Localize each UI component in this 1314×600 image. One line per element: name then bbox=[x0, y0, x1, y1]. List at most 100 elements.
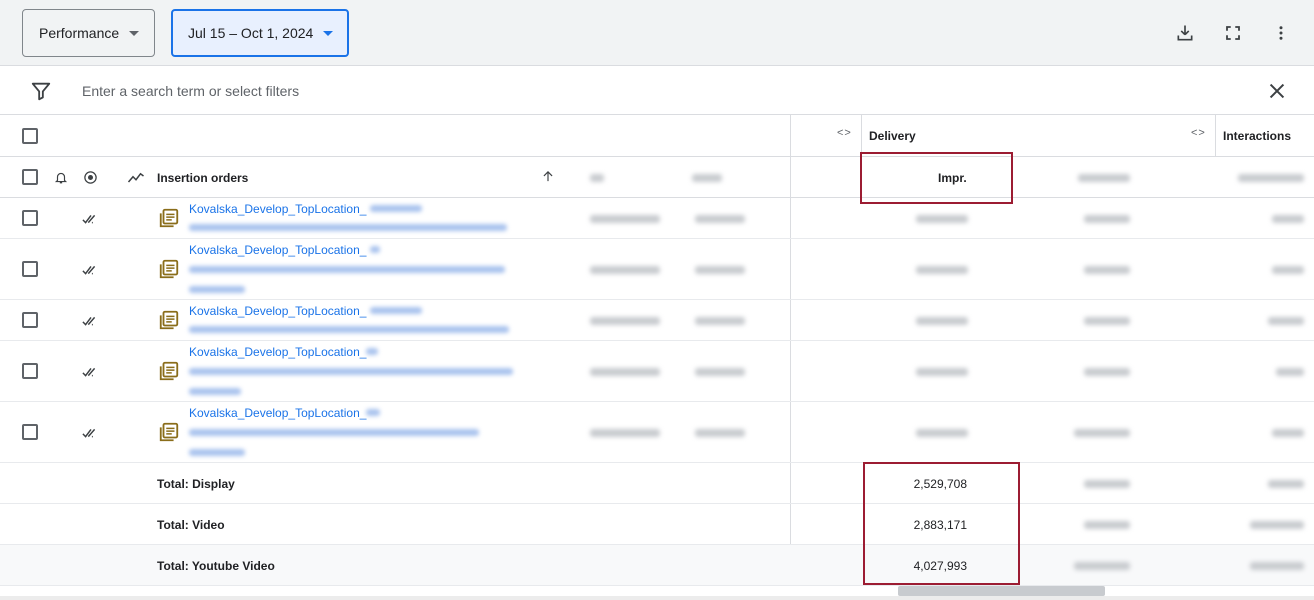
insertion-order-link[interactable]: Kovalska_Develop_TopLocation_ bbox=[189, 406, 366, 420]
table-row[interactable]: Kovalska_Develop_TopLocation_ bbox=[0, 341, 1314, 402]
blurred-type-header bbox=[692, 174, 722, 182]
blurred-text bbox=[916, 317, 968, 325]
blurred-text bbox=[916, 215, 968, 223]
table-row[interactable]: Kovalska_Develop_TopLocation_ bbox=[0, 239, 1314, 300]
sort-arrow-up-icon[interactable] bbox=[541, 169, 555, 184]
insertion-order-link[interactable]: Kovalska_Develop_TopLocation_ bbox=[189, 345, 366, 359]
total-impressions: 2,529,708 bbox=[913, 477, 967, 491]
close-icon[interactable] bbox=[1266, 80, 1288, 102]
blurred-text bbox=[590, 266, 660, 274]
blurred-text bbox=[189, 286, 245, 293]
blurred-text bbox=[1276, 368, 1304, 376]
date-range-dropdown[interactable]: Jul 15 – Oct 1, 2024 bbox=[171, 9, 349, 57]
report-type-dropdown[interactable]: Performance bbox=[22, 9, 155, 57]
select-rows-checkbox[interactable] bbox=[22, 169, 38, 185]
insertion-order-link[interactable]: Kovalska_Develop_TopLocation_ bbox=[189, 304, 366, 318]
expand-columns-icon[interactable]: <> bbox=[837, 127, 852, 139]
blurred-text bbox=[1074, 562, 1130, 570]
insertion-order-icon bbox=[159, 310, 179, 330]
fullscreen-icon[interactable] bbox=[1218, 18, 1248, 48]
trend-icon[interactable] bbox=[127, 170, 145, 185]
double-check-icon bbox=[82, 214, 96, 224]
blurred-text bbox=[1084, 521, 1130, 529]
double-check-icon bbox=[82, 367, 96, 377]
blurred-text bbox=[590, 368, 660, 376]
filter-bar bbox=[0, 66, 1314, 115]
double-check-icon bbox=[82, 265, 96, 275]
blurred-revenue-header bbox=[1078, 174, 1130, 182]
blurred-text bbox=[1250, 521, 1304, 529]
blurred-text bbox=[1084, 480, 1130, 488]
chevron-down-icon bbox=[323, 30, 334, 36]
download-icon[interactable] bbox=[1170, 18, 1200, 48]
insertion-orders-header[interactable]: Insertion orders bbox=[157, 171, 248, 185]
table-row[interactable]: Kovalska_Develop_TopLocation_ bbox=[0, 402, 1314, 463]
row-checkbox[interactable] bbox=[22, 312, 38, 328]
total-row: Total: Display 2,529,708 bbox=[0, 463, 1314, 504]
blurred-text bbox=[189, 449, 245, 456]
delivery-group-header: Delivery bbox=[869, 129, 916, 143]
blurred-text bbox=[189, 224, 507, 231]
blurred-text bbox=[916, 266, 968, 274]
blurred-text bbox=[366, 348, 378, 355]
expand-columns-icon[interactable]: <> bbox=[1191, 127, 1206, 139]
double-check-icon bbox=[82, 428, 96, 438]
insertion-order-link[interactable]: Kovalska_Develop_TopLocation_ bbox=[189, 202, 366, 216]
insertion-orders-table: <> Delivery <> Interactions Insertion or… bbox=[0, 115, 1314, 600]
more-vert-icon[interactable] bbox=[1266, 18, 1296, 48]
horizontal-scroll-track bbox=[0, 596, 1314, 600]
table-row[interactable]: Kovalska_Develop_TopLocation_ bbox=[0, 300, 1314, 341]
report-type-label: Performance bbox=[39, 25, 120, 41]
blurred-text bbox=[590, 429, 660, 437]
blurred-text bbox=[189, 326, 509, 333]
blurred-text bbox=[695, 429, 745, 437]
select-all-checkbox[interactable] bbox=[22, 128, 38, 144]
blurred-text bbox=[370, 246, 380, 253]
blurred-text bbox=[916, 429, 968, 437]
total-row: Total: Video 2,883,171 bbox=[0, 504, 1314, 545]
table-row[interactable]: Kovalska_Develop_TopLocation_ bbox=[0, 198, 1314, 239]
insertion-order-icon bbox=[159, 259, 179, 279]
insertion-order-icon bbox=[159, 208, 179, 228]
blurred-text bbox=[1268, 480, 1304, 488]
insertion-order-link[interactable]: Kovalska_Develop_TopLocation_ bbox=[189, 243, 366, 257]
total-row: Total: Youtube Video 4,027,993 bbox=[0, 545, 1314, 586]
blurred-text bbox=[366, 409, 380, 416]
blurred-text bbox=[1084, 266, 1130, 274]
blurred-text bbox=[1272, 429, 1304, 437]
row-checkbox[interactable] bbox=[22, 210, 38, 226]
blurred-text bbox=[916, 368, 968, 376]
blurred-text bbox=[1084, 368, 1130, 376]
date-range-label: Jul 15 – Oct 1, 2024 bbox=[188, 25, 314, 41]
blurred-text bbox=[1084, 317, 1130, 325]
blurred-text bbox=[370, 205, 422, 212]
blurred-text bbox=[189, 266, 505, 273]
blurred-text bbox=[370, 307, 422, 314]
chevron-down-icon bbox=[129, 30, 140, 36]
blurred-id-header bbox=[590, 174, 604, 182]
blurred-text bbox=[695, 368, 745, 376]
double-check-icon bbox=[82, 316, 96, 326]
blurred-text bbox=[590, 215, 660, 223]
total-impressions: 2,883,171 bbox=[913, 518, 967, 532]
bell-icon[interactable] bbox=[54, 170, 68, 185]
blurred-text bbox=[695, 317, 745, 325]
blurred-text bbox=[1250, 562, 1304, 570]
column-header-row: Insertion orders Impr. bbox=[0, 157, 1314, 198]
interactions-group-header: Interactions bbox=[1223, 129, 1292, 143]
blurred-text bbox=[189, 388, 241, 395]
blurred-text bbox=[1268, 317, 1304, 325]
search-input[interactable] bbox=[82, 79, 1182, 103]
blurred-text bbox=[695, 215, 745, 223]
row-checkbox[interactable] bbox=[22, 424, 38, 440]
blurred-text bbox=[1272, 266, 1304, 274]
blurred-text bbox=[1272, 215, 1304, 223]
impressions-header[interactable]: Impr. bbox=[938, 171, 967, 185]
blurred-text bbox=[189, 429, 479, 436]
row-checkbox[interactable] bbox=[22, 363, 38, 379]
blurred-text bbox=[1074, 429, 1130, 437]
filter-icon[interactable] bbox=[30, 80, 52, 102]
row-checkbox[interactable] bbox=[22, 261, 38, 277]
horizontal-scrollbar-thumb[interactable] bbox=[898, 586, 1105, 596]
status-icon[interactable] bbox=[83, 170, 98, 185]
